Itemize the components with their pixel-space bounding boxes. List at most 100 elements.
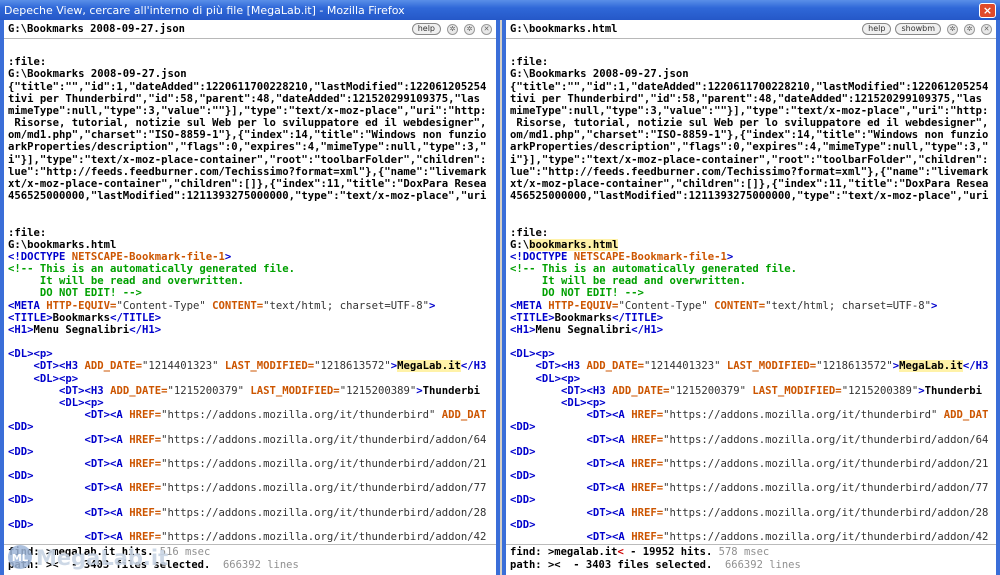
- code-token: arkProperties/description","flags":0,"ex…: [510, 141, 989, 154]
- left-options-icon[interactable]: ✲: [464, 23, 475, 35]
- code-line: xt/x-moz-place-container","children":[]}…: [506, 178, 996, 190]
- code-token: <DD>: [8, 494, 34, 507]
- code-line: i"}],"type":"text/x-moz-place-container"…: [4, 154, 496, 166]
- code-token: DO NOT EDIT! -->: [8, 287, 142, 300]
- left-pane-path: G:\Bookmarks 2008-09-27.json: [8, 23, 186, 35]
- code-line: <H1>Menu Segnalibri</H1>: [506, 324, 996, 336]
- code-token: lue":"http://feeds.feedburner.com/Techis…: [510, 165, 989, 178]
- code-token: i"}],"type":"text/x-moz-place-container"…: [510, 153, 989, 166]
- code-token: {"title":"","id":1,"dateAdded":122061170…: [8, 80, 487, 93]
- code-line: <DL><p>: [506, 348, 996, 360]
- code-token: <META: [510, 299, 549, 312]
- code-line: <DT><H3 ADD_DATE="1215200379" LAST_MODIF…: [506, 385, 996, 397]
- code-line: DO NOT EDIT! -->: [506, 287, 996, 299]
- right-pane: G:\bookmarks.html help showbm ✲ ✲ ✕ :fil…: [502, 20, 1000, 575]
- close-window-button[interactable]: ×: [979, 2, 996, 18]
- left-find-line[interactable]: find: >megalab.it hits. 516 msec: [4, 546, 496, 558]
- right-close-icon[interactable]: ✕: [981, 23, 992, 35]
- code-token: <H1>: [510, 323, 536, 336]
- code-token: CONTENT=: [714, 299, 766, 312]
- code-line: 456525000000,"lastModified":121139327500…: [506, 190, 996, 202]
- find-value[interactable]: >megalab.it: [46, 546, 116, 558]
- showbm-button[interactable]: showbm: [895, 23, 941, 35]
- find-label: find:: [510, 546, 542, 558]
- code-token: <!-- This is an automatically generated …: [510, 263, 798, 276]
- code-token: "text/html; charset=UTF-8": [765, 299, 931, 312]
- path-value[interactable]: >< - 3403 files selected.: [46, 559, 210, 571]
- code-token: <DT><A: [8, 409, 130, 422]
- right-path-line[interactable]: path: >< - 3403 files selected. 666392 l…: [506, 559, 996, 571]
- code-line: arkProperties/description","flags":0,"ex…: [4, 141, 496, 153]
- code-token: >: [930, 299, 938, 312]
- code-line: <DD>: [506, 470, 996, 482]
- right-options-icon[interactable]: ✲: [964, 23, 975, 35]
- code-line: tivi per Thunderbird","id":58,"parent":4…: [4, 93, 496, 105]
- code-token: "1215200379": [167, 384, 251, 397]
- code-line: <DL><p>: [4, 373, 496, 385]
- code-line: It will be read and overwritten.: [506, 275, 996, 287]
- code-token: bookmarks.html: [529, 238, 619, 251]
- code-token: om/md1.php","charset":"ISO-8859-1"},{"in…: [8, 129, 487, 142]
- code-token: LAST_MODIFIED=: [752, 384, 842, 397]
- code-token: HREF=: [631, 506, 664, 519]
- code-token: <TITLE>: [8, 311, 53, 324]
- right-pane-footer: find: >megalab.it< - 19952 hits. 578 mse…: [506, 544, 996, 575]
- code-line: G:\Bookmarks 2008-09-27.json: [506, 68, 996, 80]
- code-line: i"}],"type":"text/x-moz-place-container"…: [506, 154, 996, 166]
- code-line: <DT><A HREF="https://addons.mozilla.org/…: [4, 434, 496, 446]
- code-line: <DL><p>: [506, 373, 996, 385]
- right-pane-content[interactable]: :file: G:\Bookmarks 2008-09-27.json {"titl…: [506, 44, 996, 564]
- left-pane-content[interactable]: :file: G:\Bookmarks 2008-09-27.json {"titl…: [4, 44, 496, 564]
- code-token: <DD>: [8, 421, 34, 434]
- left-close-icon[interactable]: ✕: [481, 23, 492, 35]
- code-line: om/md1.php","charset":"ISO-8859-1"},{"in…: [506, 129, 996, 141]
- code-token: Thunderbi: [422, 384, 481, 397]
- code-line: xt/x-moz-place-container","children":[]}…: [4, 178, 496, 190]
- code-token: i"}],"type":"text/x-moz-place-container"…: [8, 153, 487, 166]
- code-token: HREF=: [129, 482, 162, 495]
- code-token: <DL><p>: [8, 348, 53, 361]
- find-value[interactable]: >megalab.it: [548, 546, 618, 558]
- code-token: <DD>: [510, 445, 536, 458]
- code-token: HREF=: [631, 482, 664, 495]
- code-line: <DD>: [4, 470, 496, 482]
- code-line: om/md1.php","charset":"ISO-8859-1"},{"in…: [4, 129, 496, 141]
- left-settings-icon[interactable]: ✲: [447, 23, 458, 35]
- code-token: MegaLab.it: [397, 360, 461, 373]
- code-line: <DT><A HREF="https://addons.mozilla.org/…: [506, 458, 996, 470]
- code-token: "https://addons.mozilla.org/it/thunderbi…: [161, 482, 487, 495]
- code-line: <DL><p>: [4, 397, 496, 409]
- path-value[interactable]: >< - 3403 files selected.: [548, 559, 712, 571]
- code-line: <DT><A HREF="https://addons.mozilla.org/…: [506, 409, 996, 421]
- code-token: <DT><A: [8, 506, 130, 519]
- code-token: <DL><p>: [8, 396, 104, 409]
- right-help-button[interactable]: help: [862, 23, 892, 35]
- find-label: find:: [8, 546, 40, 558]
- code-token: "https://addons.mozilla.org/it/thunderbi…: [663, 482, 989, 495]
- code-line: <META HTTP-EQUIV="Content-Type" CONTENT=…: [4, 300, 496, 312]
- code-line: <TITLE>Bookmarks</TITLE>: [4, 312, 496, 324]
- code-token: HREF=: [129, 506, 162, 519]
- code-token: <DT><A: [510, 506, 632, 519]
- code-token: <DT><A: [8, 433, 130, 446]
- right-settings-icon[interactable]: ✲: [947, 23, 958, 35]
- code-token: <DT><H3: [510, 360, 587, 373]
- code-token: </TITLE>: [110, 311, 162, 324]
- code-token: <DD>: [510, 421, 536, 434]
- code-line: <DD>: [4, 519, 496, 531]
- left-help-button[interactable]: help: [411, 23, 441, 35]
- left-path-line[interactable]: path: >< - 3403 files selected. 666392 l…: [4, 559, 496, 571]
- code-token: <TITLE>: [510, 311, 555, 324]
- code-token: 456525000000,"lastModified":121139327500…: [510, 190, 989, 203]
- code-line: <DT><H3 ADD_DATE="1214401323" LAST_MODIF…: [4, 360, 496, 373]
- code-line: <DT><A HREF="https://addons.mozilla.org/…: [4, 458, 496, 470]
- find-stats: - 19952 hits.: [623, 546, 713, 558]
- code-token: It will be read and overwritten.: [8, 275, 244, 288]
- code-token: <DT><A: [8, 457, 130, 470]
- left-pane-footer: find: >megalab.it hits. 516 msec path: >…: [4, 544, 496, 575]
- find-stats: hits.: [115, 546, 154, 558]
- code-line: {"title":"","id":1,"dateAdded":122061170…: [506, 81, 996, 93]
- right-find-line[interactable]: find: >megalab.it< - 19952 hits. 578 mse…: [506, 546, 996, 558]
